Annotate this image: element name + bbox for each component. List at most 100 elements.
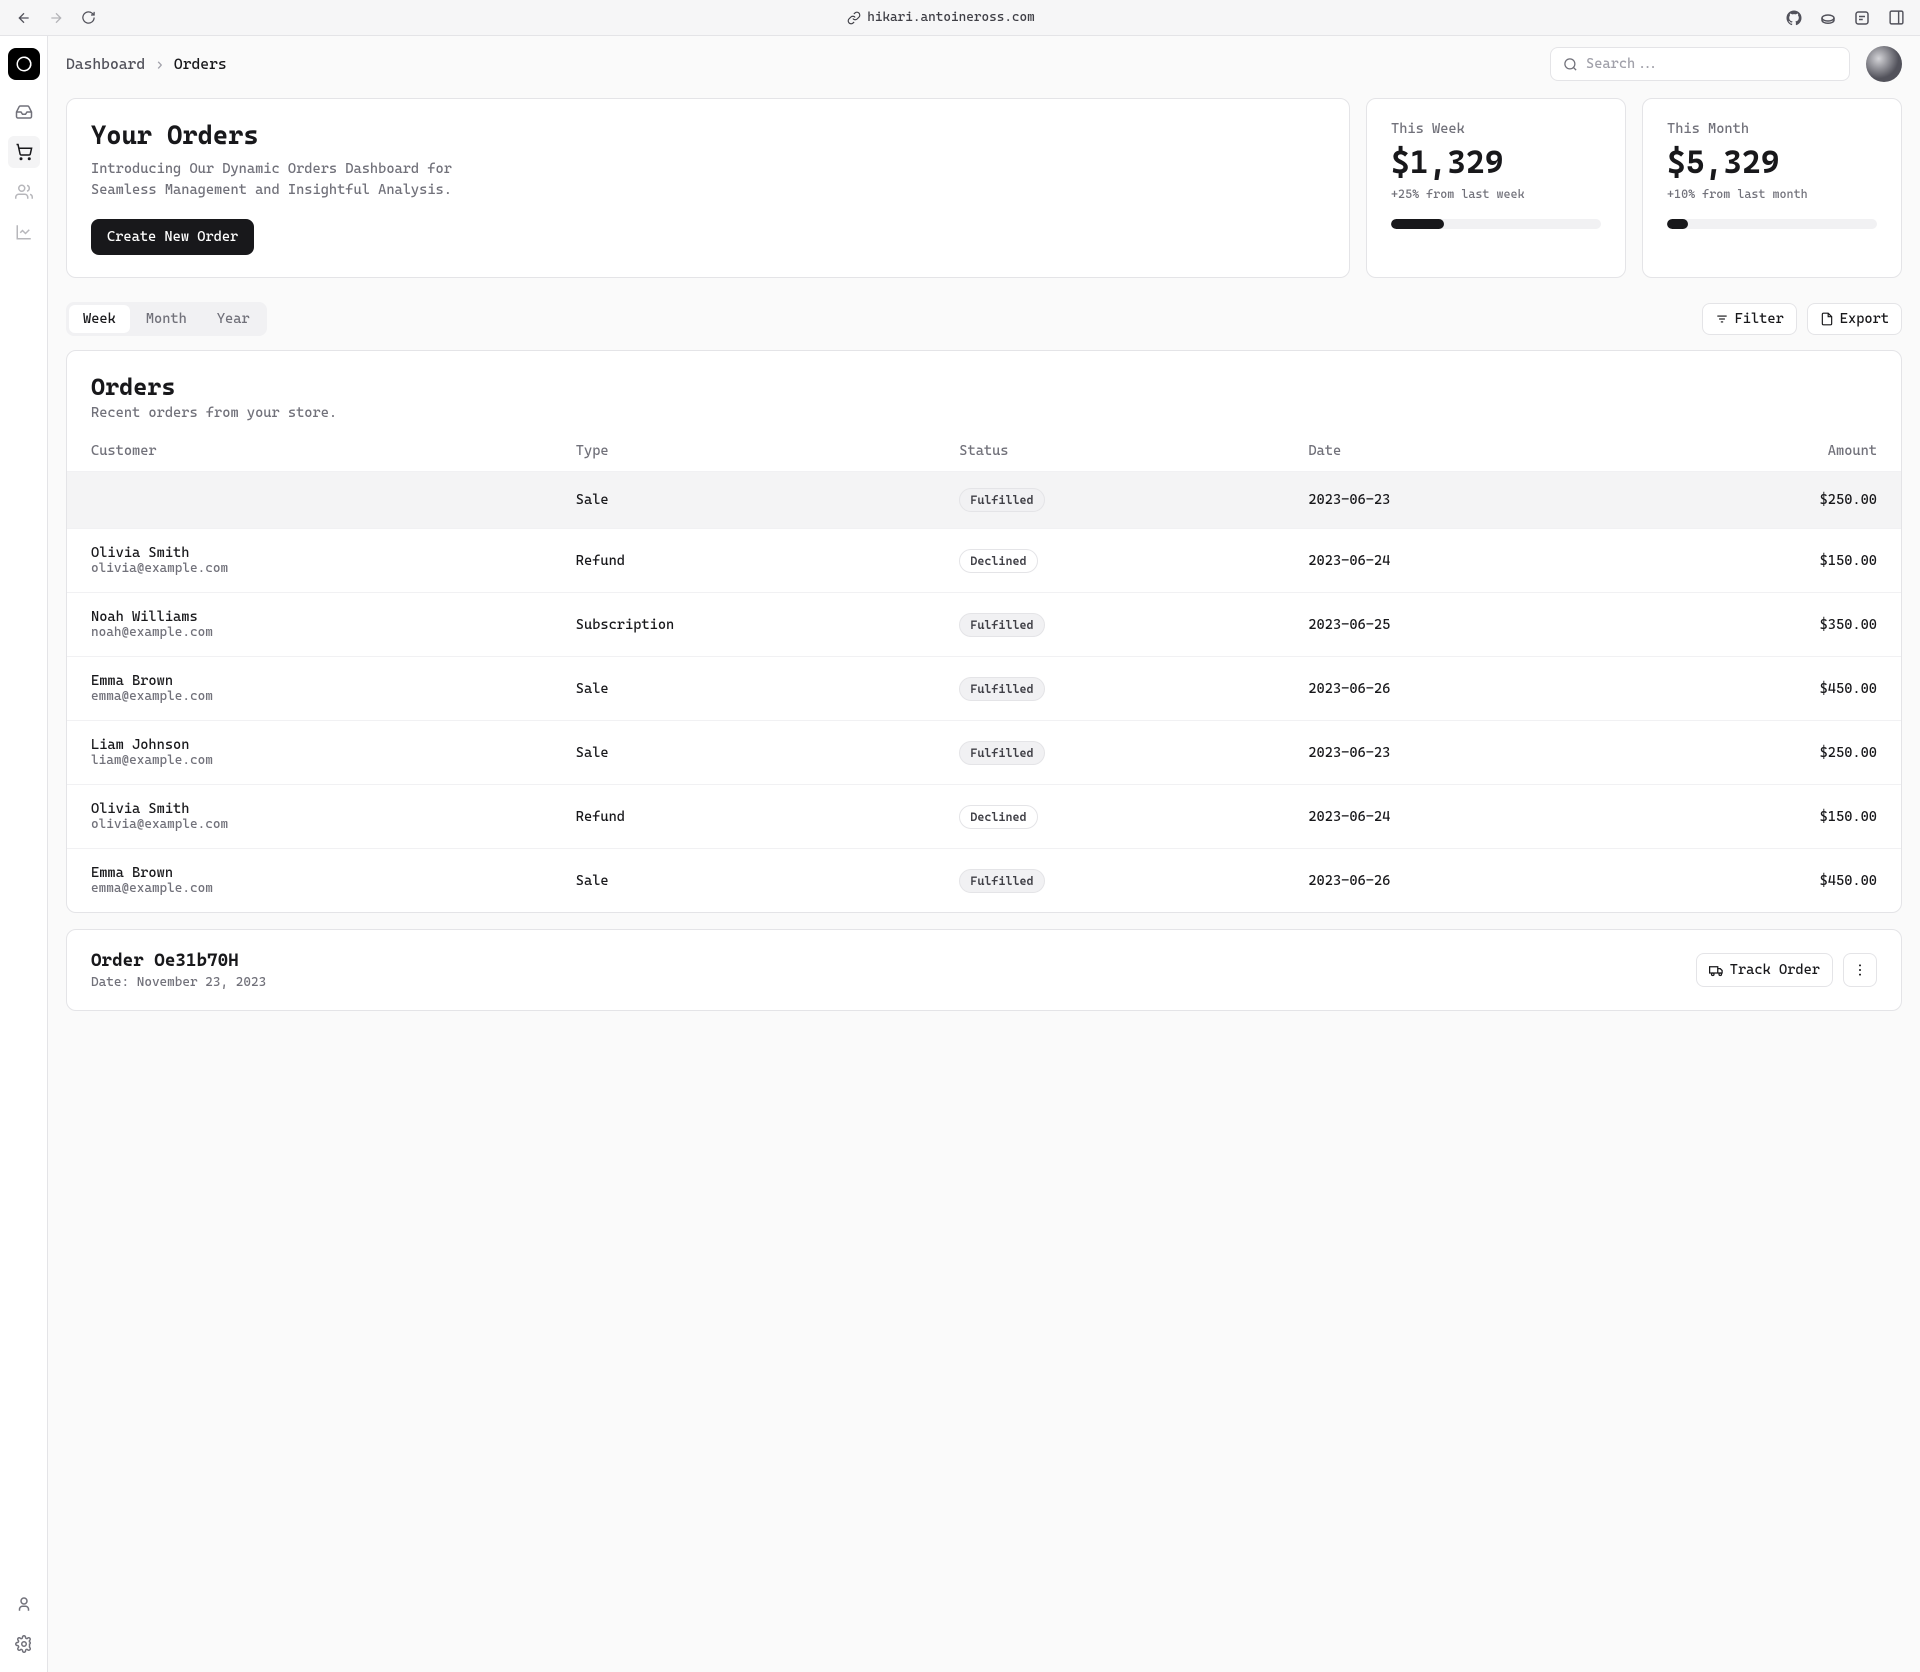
table-row[interactable]: Emma Brownemma@example.comSaleFulfilled2…: [67, 849, 1901, 913]
tab-year[interactable]: Year: [203, 305, 264, 333]
cell-amount: $150.00: [1625, 785, 1901, 849]
order-id-title: Order Oe31b70H: [91, 950, 266, 971]
extension-icon-2[interactable]: [1850, 6, 1874, 30]
cell-date: 2023-06-24: [1284, 785, 1625, 849]
cell-type: Refund: [552, 785, 936, 849]
table-row[interactable]: Olivia Smitholivia@example.comRefundDecl…: [67, 785, 1901, 849]
stat-delta: +10% from last month: [1667, 187, 1877, 201]
status-badge: Fulfilled: [959, 741, 1044, 765]
table-row[interactable]: Emma Brownemma@example.comSaleFulfilled2…: [67, 657, 1901, 721]
search-icon: [1563, 57, 1578, 72]
stat-label: This Month: [1667, 121, 1877, 137]
extension-icon-1[interactable]: [1816, 6, 1840, 30]
file-icon: [1820, 312, 1834, 326]
browser-reload-icon[interactable]: [76, 6, 100, 30]
cell-amount: $350.00: [1625, 593, 1901, 657]
cell-type: Refund: [552, 529, 936, 593]
order-detail-card: Order Oe31b70H Date: November 23, 2023 T…: [66, 929, 1902, 1011]
filter-icon: [1715, 312, 1729, 326]
col-customer: Customer: [67, 427, 552, 472]
more-vertical-icon: [1852, 962, 1868, 978]
browser-forward-icon[interactable]: [44, 6, 68, 30]
col-date: Date: [1284, 427, 1625, 472]
truck-icon: [1709, 963, 1724, 978]
sidebar-customers-icon[interactable]: [8, 176, 40, 208]
cell-amount: $250.00: [1625, 472, 1901, 529]
hero-card: Your Orders Introducing Our Dynamic Orde…: [66, 98, 1350, 278]
stat-value: $5,329: [1667, 143, 1877, 181]
customer-name: Noah Williams: [91, 609, 528, 625]
orders-subtitle: Recent orders from your store.: [91, 405, 1877, 421]
search-input-wrapper[interactable]: [1550, 47, 1850, 81]
customer-name: Emma Brown: [91, 865, 528, 881]
customer-email: liam@example.com: [91, 753, 528, 768]
breadcrumb-current: Orders: [174, 55, 227, 73]
stat-value: $1,329: [1391, 143, 1601, 181]
more-button[interactable]: [1843, 953, 1877, 987]
hero-description: Introducing Our Dynamic Orders Dashboard…: [91, 159, 511, 201]
sidebar-settings-icon[interactable]: [8, 1628, 40, 1660]
table-row[interactable]: Olivia Smitholivia@example.comRefundDecl…: [67, 529, 1901, 593]
browser-back-icon[interactable]: [12, 6, 36, 30]
sidebar-inbox-icon[interactable]: [8, 96, 40, 128]
cell-date: 2023-06-23: [1284, 472, 1625, 529]
col-type: Type: [552, 427, 936, 472]
sidebar: [0, 36, 48, 1672]
export-label: Export: [1840, 311, 1889, 327]
sidebar-account-icon[interactable]: [8, 1588, 40, 1620]
tab-month[interactable]: Month: [132, 305, 201, 333]
order-date: Date: November 23, 2023: [91, 975, 266, 990]
tab-week[interactable]: Week: [69, 305, 130, 333]
status-badge: Fulfilled: [959, 869, 1044, 893]
customer-email: olivia@example.com: [91, 817, 528, 832]
cell-date: 2023-06-26: [1284, 849, 1625, 913]
breadcrumb: Dashboard › Orders: [66, 55, 227, 73]
logo[interactable]: [8, 48, 40, 80]
cell-type: Subscription: [552, 593, 936, 657]
github-icon[interactable]: [1782, 6, 1806, 30]
cell-amount: $150.00: [1625, 529, 1901, 593]
avatar[interactable]: [1866, 46, 1902, 82]
customer-email: olivia@example.com: [91, 561, 528, 576]
filter-label: Filter: [1735, 311, 1784, 327]
customer-name: Olivia Smith: [91, 801, 528, 817]
cell-type: Sale: [552, 472, 936, 529]
status-badge: Fulfilled: [959, 677, 1044, 701]
page-title: Your Orders: [91, 121, 1325, 151]
cell-type: Sale: [552, 849, 936, 913]
cell-date: 2023-06-23: [1284, 721, 1625, 785]
cell-amount: $450.00: [1625, 849, 1901, 913]
filter-button[interactable]: Filter: [1702, 303, 1797, 335]
table-row[interactable]: Sale Fulfilled 2023-06-23$250.00: [67, 472, 1901, 529]
stat-month-card: This Month $5,329 +10% from last month: [1642, 98, 1902, 278]
track-order-button[interactable]: Track Order: [1696, 953, 1833, 987]
customer-name: Olivia Smith: [91, 545, 528, 561]
stat-week-card: This Week $1,329 +25% from last week: [1366, 98, 1626, 278]
table-row[interactable]: Liam Johnsonliam@example.comSaleFulfille…: [67, 721, 1901, 785]
range-tabs: Week Month Year: [66, 302, 267, 336]
panel-icon[interactable]: [1884, 6, 1908, 30]
export-button[interactable]: Export: [1807, 303, 1902, 335]
browser-url-text[interactable]: hikari.antoineross.com: [867, 10, 1035, 25]
progress-bar: [1391, 219, 1601, 229]
create-order-button[interactable]: Create New Order: [91, 219, 254, 255]
search-input[interactable]: [1586, 56, 1837, 72]
status-badge: Fulfilled: [959, 613, 1044, 637]
table-row[interactable]: Noah Williamsnoah@example.com Subscriptio…: [67, 593, 1901, 657]
customer-email: noah@example.com: [91, 625, 528, 640]
breadcrumb-root[interactable]: Dashboard: [66, 55, 145, 73]
sidebar-orders-icon[interactable]: [8, 136, 40, 168]
status-badge: Fulfilled: [959, 488, 1044, 512]
cell-date: 2023-06-25: [1284, 593, 1625, 657]
browser-chrome: hikari.antoineross.com: [0, 0, 1920, 36]
main-content: Dashboard › Orders Your Orders Introduci…: [48, 36, 1920, 1672]
customer-name: Emma Brown: [91, 673, 528, 689]
track-label: Track Order: [1730, 962, 1820, 978]
sidebar-analytics-icon[interactable]: [8, 216, 40, 248]
orders-table-card: Orders Recent orders from your store. Cu…: [66, 350, 1902, 913]
cell-type: Sale: [552, 657, 936, 721]
col-status: Status: [935, 427, 1284, 472]
cell-amount: $450.00: [1625, 657, 1901, 721]
customer-name: Liam Johnson: [91, 737, 528, 753]
chevron-right-icon: ›: [155, 55, 164, 73]
